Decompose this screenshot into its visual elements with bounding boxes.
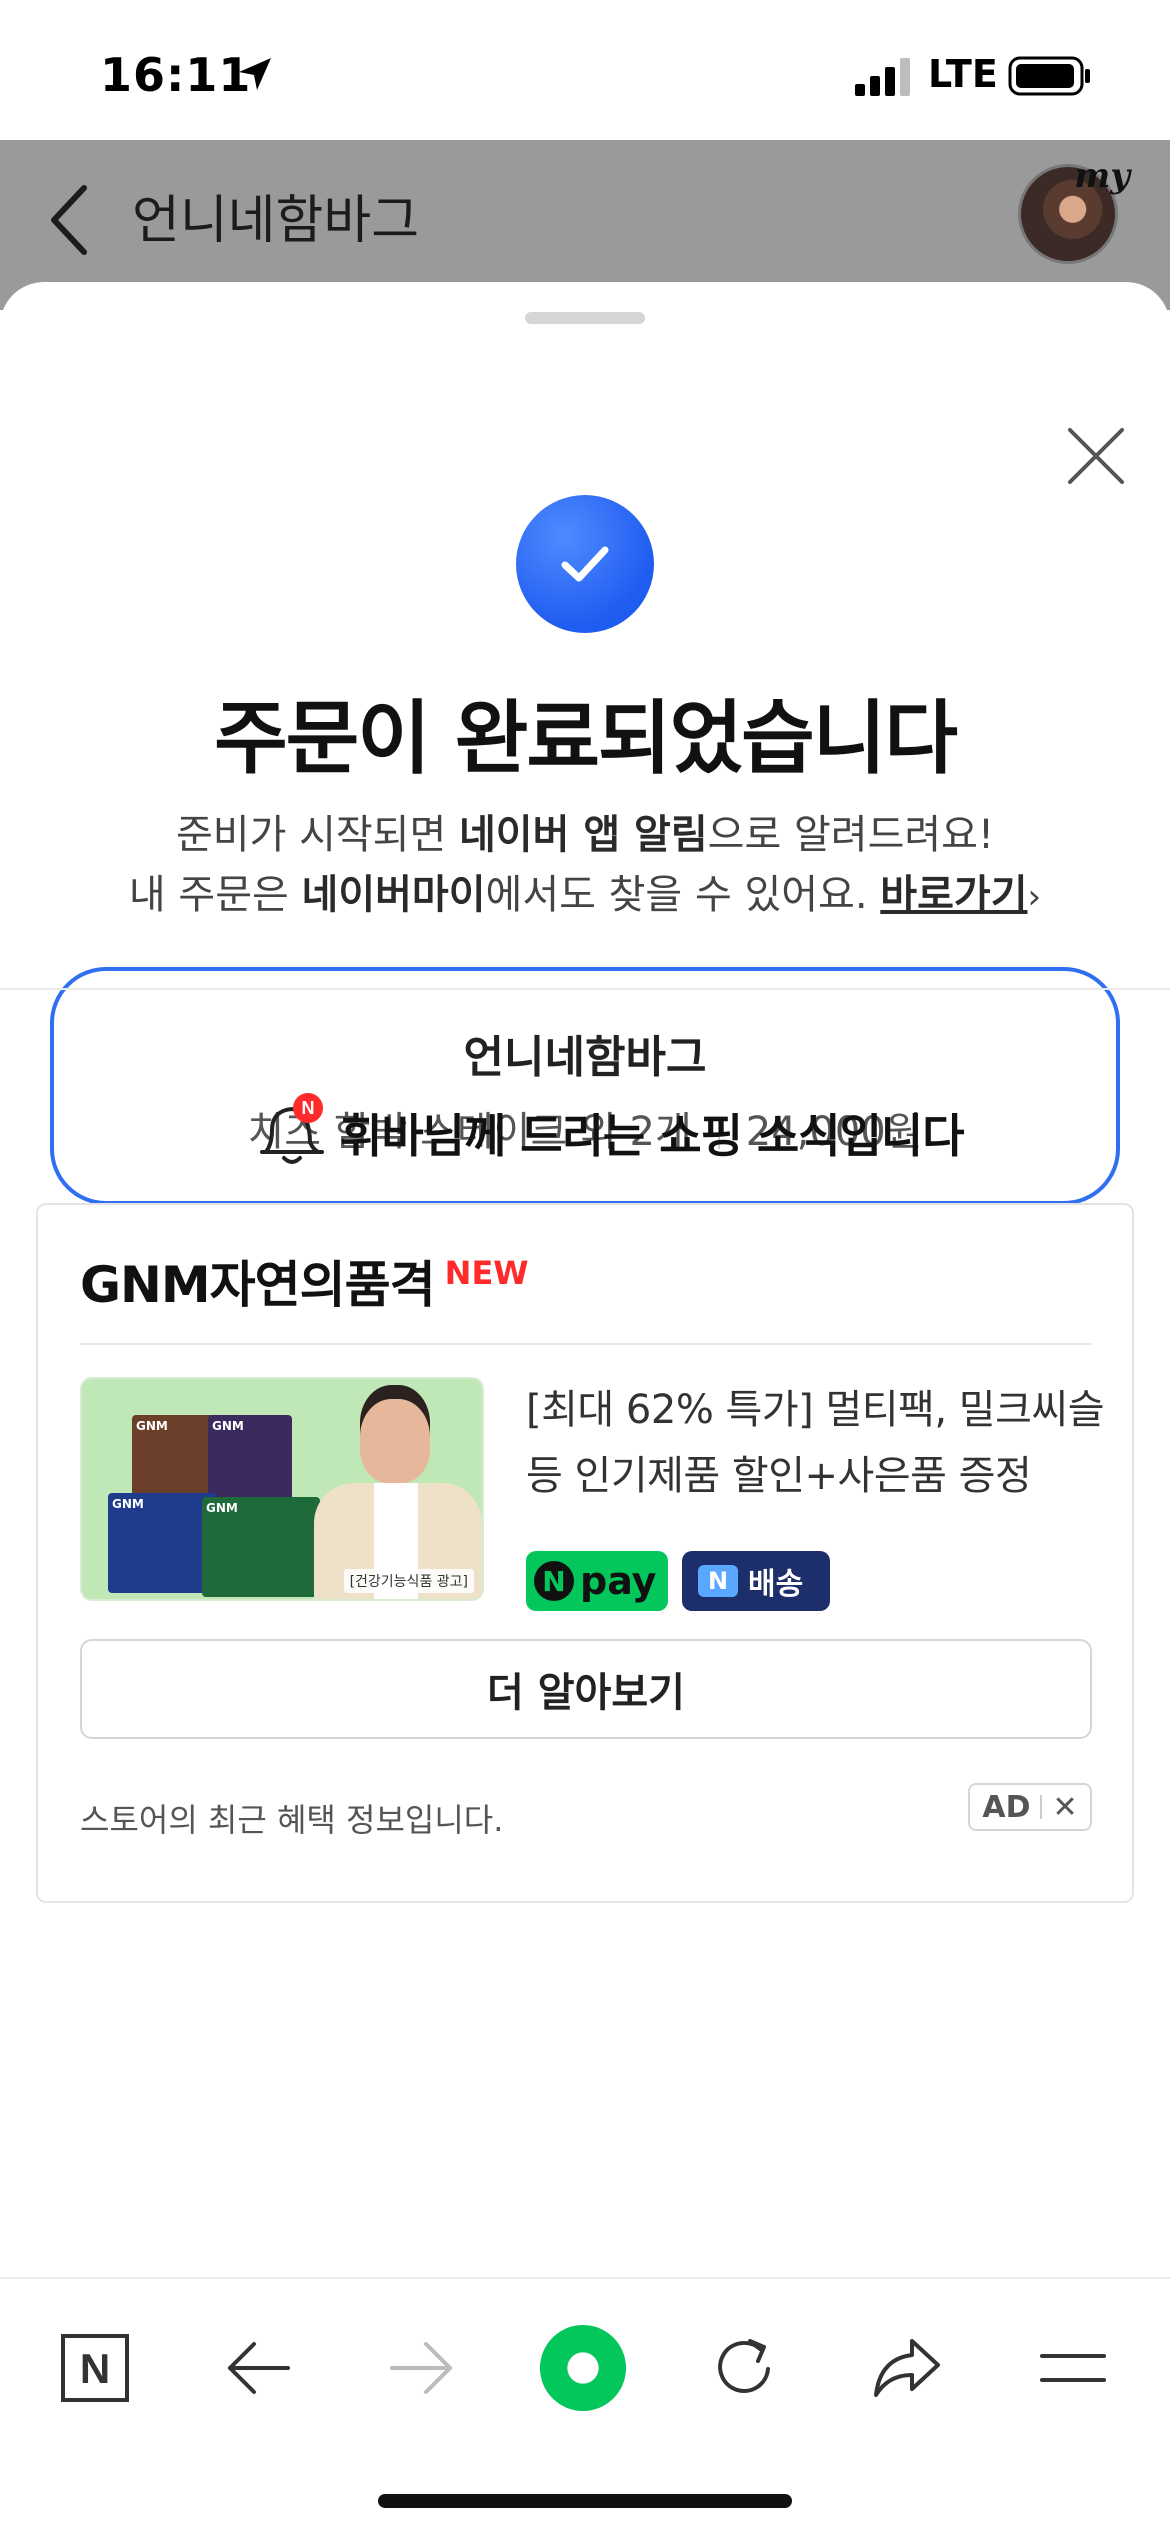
ad-label: AD xyxy=(982,1789,1031,1825)
delivery-label: 배송 xyxy=(748,1567,804,1602)
notice-line-1: 준비가 시작되면 네이버 앱 알림으로 알려드려요! xyxy=(0,802,1170,860)
chevron-right-icon: › xyxy=(1027,877,1042,917)
product-box-label: GNM xyxy=(206,1501,238,1515)
ad-card[interactable]: GNM자연의품격 NEW GNM GNM GNM GNM [건강기능식품 광고] … xyxy=(36,1203,1134,1903)
delivery-logo-icon: N xyxy=(698,1565,738,1597)
back-chevron-icon[interactable] xyxy=(46,180,96,260)
ad-footer-note: 스토어의 최근 혜택 정보입니다. xyxy=(80,1801,504,1839)
refresh-button[interactable] xyxy=(700,2323,790,2413)
product-box-label: GNM xyxy=(212,1419,244,1433)
naver-home-icon: N xyxy=(61,2334,129,2402)
product-box-label: GNM xyxy=(136,1419,168,1433)
battery-icon xyxy=(1008,56,1090,96)
notice-text: 으로 알려드려요! xyxy=(707,812,995,858)
notice-line-2: 내 주문은 네이버마이에서도 찾을 수 있어요. 바로가기› xyxy=(0,862,1170,920)
bell-badge: N xyxy=(302,1098,315,1118)
avatar-my-badge: my xyxy=(1074,156,1130,196)
success-badge xyxy=(516,495,654,633)
ad-image-caption: [건강기능식품 광고] xyxy=(343,1569,474,1593)
section-divider xyxy=(0,988,1170,990)
signal-icon xyxy=(855,58,910,96)
close-icon[interactable] xyxy=(1060,420,1132,492)
product-box-label: GNM xyxy=(112,1497,144,1511)
notice-text: 에서도 찾을 수 있어요. xyxy=(485,872,881,918)
arrow-left-icon xyxy=(228,2342,290,2394)
network-label: LTE xyxy=(928,52,998,96)
notice-text: 준비가 시작되면 xyxy=(175,812,459,858)
shortcut-link[interactable]: 바로가기 xyxy=(880,872,1027,918)
naver-home-letter: N xyxy=(80,2345,110,2392)
npay-badge: N pay xyxy=(526,1551,668,1611)
notice-bold: 네이버 앱 알림 xyxy=(459,812,708,858)
app-title: 언니네함바그 xyxy=(132,191,420,251)
naver-delivery-badge: N 배송 xyxy=(682,1551,830,1611)
notice-bold: 네이버마이 xyxy=(301,872,486,918)
shopping-news-title: 휘바님께 드리는 쇼핑 소식입니다 xyxy=(340,1109,965,1163)
completion-headline: 주문이 완료되었습니다 xyxy=(214,692,958,785)
npay-logo-icon: N xyxy=(534,1561,574,1601)
product-box: GNM xyxy=(202,1497,320,1597)
green-dot-button[interactable] xyxy=(538,2323,628,2413)
back-button[interactable] xyxy=(214,2323,304,2413)
model-figure xyxy=(360,1399,430,1483)
brand-row: GNM자연의품격 NEW xyxy=(80,1245,529,1317)
status-bar: 16:11 LTE xyxy=(0,0,1170,140)
green-dot-icon xyxy=(539,2324,627,2412)
learn-more-button[interactable]: 더 알아보기 xyxy=(80,1639,1092,1739)
ad-product-image[interactable]: GNM GNM GNM GNM [건강기능식품 광고] xyxy=(80,1377,484,1601)
product-box: GNM xyxy=(108,1493,216,1593)
shopping-news-title-row: N 휘바님께 드리는 쇼핑 소식입니다 xyxy=(0,1090,1170,1170)
share-icon xyxy=(874,2339,940,2397)
divider xyxy=(80,1343,1092,1345)
browser-toolbar: N xyxy=(0,2277,1170,2532)
order-store-name: 언니네함바그 xyxy=(463,1032,707,1083)
forward-button[interactable] xyxy=(376,2323,466,2413)
new-badge: NEW xyxy=(444,1254,529,1292)
profile-avatar[interactable]: my xyxy=(1018,156,1130,264)
menu-icon xyxy=(1040,2354,1106,2382)
menu-button[interactable] xyxy=(1028,2323,1118,2413)
sheet-grabber[interactable] xyxy=(525,312,645,324)
brand-name[interactable]: GNM자연의품격 xyxy=(80,1256,436,1314)
check-icon xyxy=(561,546,609,582)
ad-description[interactable]: [최대 62% 특가] 멀티팩, 밀크씨슬 등 인기제품 할인+사은품 증정 xyxy=(526,1377,1106,1509)
npay-label: pay xyxy=(580,1559,657,1603)
notice-text: 내 주문은 xyxy=(128,872,302,918)
status-time: 16:11 xyxy=(100,48,252,102)
naver-home-button[interactable]: N xyxy=(50,2323,140,2413)
arrow-right-icon xyxy=(390,2342,452,2394)
bell-icon: N xyxy=(260,1093,324,1164)
location-arrow-icon xyxy=(239,58,271,90)
home-indicator[interactable] xyxy=(378,2494,792,2508)
share-button[interactable] xyxy=(862,2323,952,2413)
divider xyxy=(1040,1795,1043,1819)
refresh-icon xyxy=(718,2339,770,2393)
ad-info-tag[interactable]: AD ✕ xyxy=(968,1783,1092,1831)
ad-close-icon[interactable]: ✕ xyxy=(1052,1790,1077,1825)
